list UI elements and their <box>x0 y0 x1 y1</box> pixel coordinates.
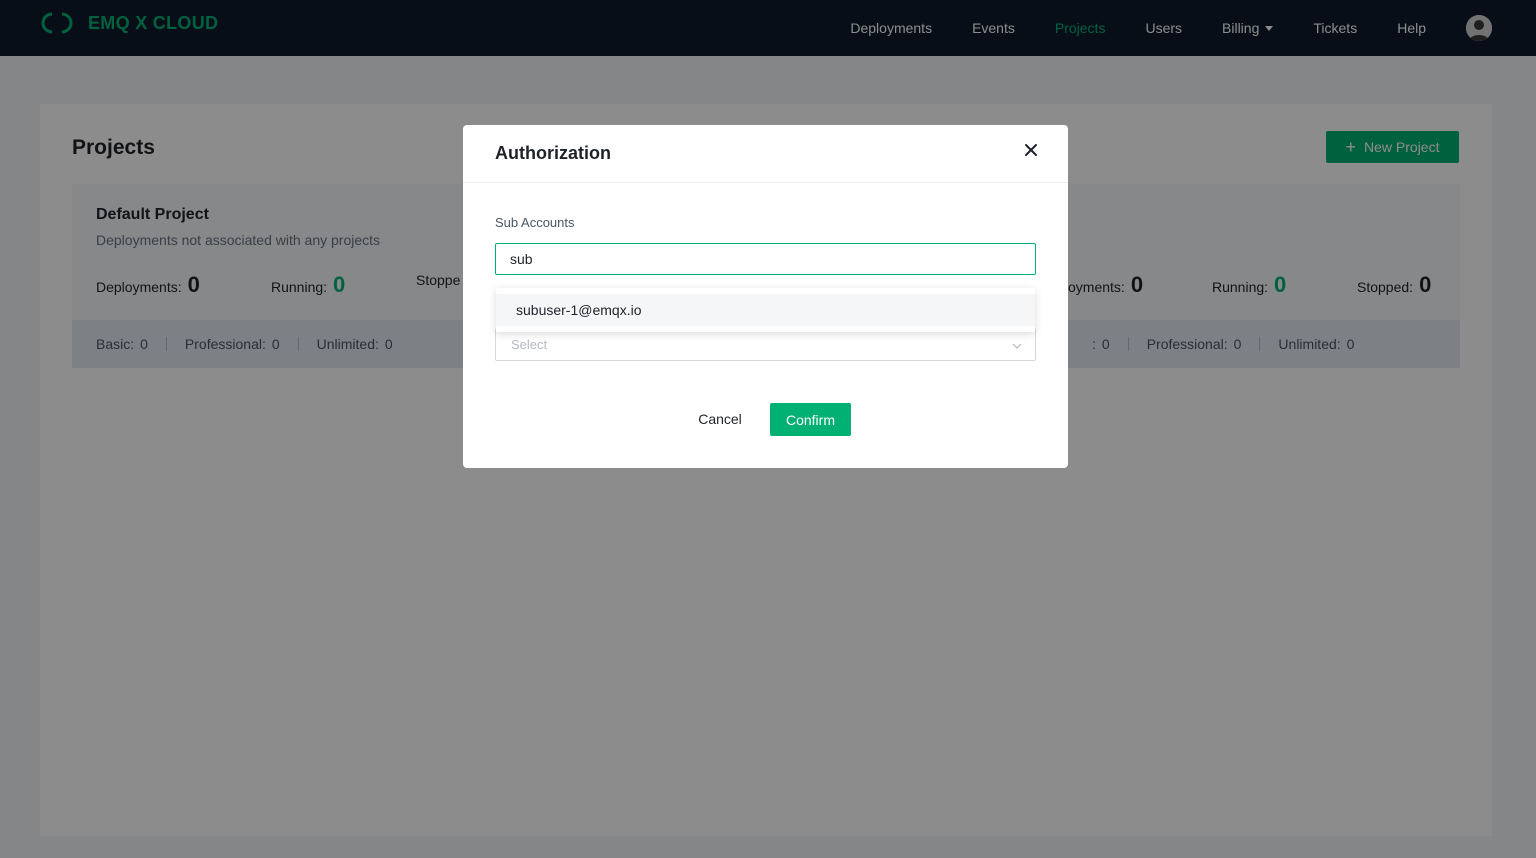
cancel-button[interactable]: Cancel <box>685 403 755 435</box>
chevron-down-icon <box>1011 339 1023 351</box>
select-dropdown[interactable]: Select <box>495 328 1036 361</box>
autocomplete-dropdown: subuser-1@emqx.io <box>496 288 1035 332</box>
sub-accounts-label: Sub Accounts <box>495 215 575 230</box>
sub-accounts-search-input[interactable] <box>495 243 1036 275</box>
dialog-title: Authorization <box>495 143 611 163</box>
confirm-button[interactable]: Confirm <box>770 403 851 436</box>
authorization-dialog: Authorization Sub Accounts Select subuse… <box>463 125 1068 468</box>
select-placeholder: Select <box>511 337 548 352</box>
dropdown-option[interactable]: subuser-1@emqx.io <box>496 294 1035 326</box>
close-icon[interactable] <box>1024 143 1038 157</box>
dialog-header: Authorization <box>463 125 1068 183</box>
